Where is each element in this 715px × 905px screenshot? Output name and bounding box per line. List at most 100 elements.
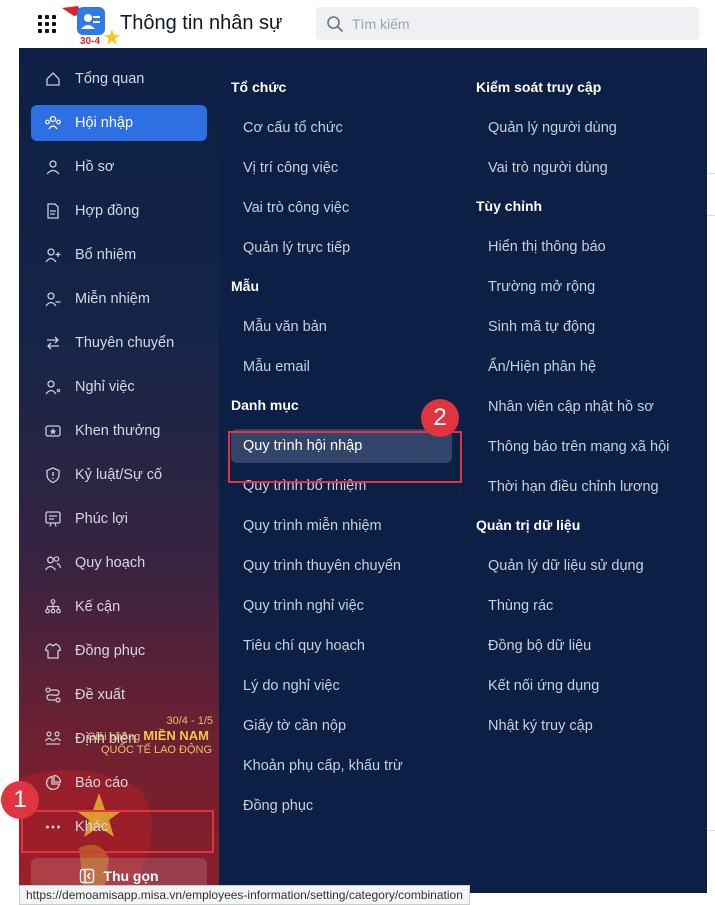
sidebar-item[interactable]: Miễn nhiệm bbox=[31, 281, 207, 317]
menu-section-heading: Tùy chỉnh bbox=[476, 198, 543, 214]
menu-item[interactable]: Đồng phục bbox=[231, 789, 452, 823]
menu-item[interactable]: Quản lý người dùng bbox=[476, 111, 696, 145]
dashboard-icon bbox=[43, 69, 63, 89]
highlight-box-step2 bbox=[228, 431, 462, 483]
menu-item[interactable]: Quy trình nghỉ việc bbox=[231, 589, 452, 623]
menu-item[interactable]: Quy trình miễn nhiệm bbox=[231, 509, 452, 543]
app-grid-icon[interactable] bbox=[38, 15, 56, 33]
menu-item[interactable]: Quy trình thuyên chuyển bbox=[231, 549, 452, 583]
person-leave-icon bbox=[43, 377, 63, 397]
menu-item[interactable]: Thùng rác bbox=[476, 589, 696, 623]
menu-section-heading: Danh mục bbox=[231, 397, 299, 413]
sidebar-item[interactable]: Phúc lợi bbox=[31, 501, 207, 537]
sidebar-item[interactable]: Định biên bbox=[31, 721, 207, 757]
sidebar-item[interactable]: Bổ nhiệm bbox=[31, 237, 207, 273]
shield-warning-icon bbox=[43, 465, 63, 485]
menu-item[interactable]: Tiêu chí quy hoạch bbox=[231, 629, 452, 663]
menu-item[interactable]: Vai trò người dùng bbox=[476, 151, 696, 185]
menu-item[interactable]: Thông báo trên mạng xã hội bbox=[476, 430, 696, 464]
menu-item[interactable]: Quản lý dữ liệu sử dụng bbox=[476, 549, 696, 583]
sidebar-item-label: Báo cáo bbox=[75, 775, 129, 791]
search-icon bbox=[327, 16, 343, 32]
benefit-icon bbox=[43, 509, 63, 529]
sidebar: 30/4 - 1/5 Giải phóng MIỀN NAM QUỐC TẾ L… bbox=[19, 48, 219, 893]
menu-section-heading: Mẫu bbox=[231, 278, 259, 294]
sidebar-item[interactable]: Hội nhập bbox=[31, 105, 207, 141]
divider bbox=[707, 830, 715, 831]
menu-item[interactable]: Trường mở rộng bbox=[476, 270, 696, 304]
menu-item[interactable]: Quản lý trực tiếp bbox=[231, 231, 452, 265]
sidebar-item-label: Kế cận bbox=[75, 599, 121, 615]
step1-badge: 1 bbox=[1, 781, 39, 819]
menu-item[interactable]: Mẫu email bbox=[231, 350, 452, 384]
sidebar-item-label: Nghỉ việc bbox=[75, 379, 135, 395]
menu-section-heading: Tổ chức bbox=[231, 79, 287, 95]
menu-item[interactable]: Lý do nghỉ việc bbox=[231, 669, 452, 703]
menu-item[interactable]: Vị trí công việc bbox=[231, 151, 452, 185]
sidebar-item[interactable]: Hồ sơ bbox=[31, 149, 207, 185]
divider bbox=[707, 173, 715, 174]
menu-item[interactable]: Thời hạn điều chỉnh lương bbox=[476, 470, 696, 504]
sidebar-item[interactable]: Đồng phục bbox=[31, 633, 207, 669]
menu-item[interactable]: Giấy tờ cần nộp bbox=[231, 709, 452, 743]
person-icon bbox=[43, 157, 63, 177]
menu-section-heading: Quản trị dữ liệu bbox=[476, 517, 581, 533]
highlight-box-step1 bbox=[21, 810, 214, 853]
menu-item[interactable]: Vai trò công việc bbox=[231, 191, 452, 225]
sidebar-item-label: Thuyên chuyển bbox=[75, 335, 175, 351]
sidebar-item-label: Phúc lợi bbox=[75, 511, 129, 527]
top-bar: 30-4 Thông tin nhân sự bbox=[0, 0, 715, 48]
menu-item[interactable]: Nhật ký truy cập bbox=[476, 709, 696, 743]
people-onboard-icon bbox=[43, 113, 63, 133]
sidebar-item-label: Hội nhập bbox=[75, 115, 134, 131]
menu-item[interactable]: Đồng bộ dữ liệu bbox=[476, 629, 696, 663]
sidebar-item-label: Bổ nhiệm bbox=[75, 247, 137, 263]
menu-item[interactable]: Mẫu văn bản bbox=[231, 310, 452, 344]
status-url: https://demoamisapp.misa.vn/employees-in… bbox=[19, 885, 470, 905]
sidebar-item-label: Kỷ luật/Sự cố bbox=[75, 467, 163, 483]
sidebar-item[interactable]: Quy hoạch bbox=[31, 545, 207, 581]
divider bbox=[707, 215, 715, 216]
sidebar-item-label: Đề xuất bbox=[75, 687, 125, 703]
menu-item[interactable]: Khoản phụ cấp, khấu trừ bbox=[231, 749, 452, 783]
sidebar-item[interactable]: Kế cận bbox=[31, 589, 207, 625]
menu-item[interactable]: Nhân viên cập nhật hồ sơ bbox=[476, 390, 696, 424]
menu-item[interactable]: Ẩn/Hiện phân hệ bbox=[476, 350, 696, 384]
sidebar-item[interactable]: Khen thưởng bbox=[31, 413, 207, 449]
logo-badge-text: 30-4 bbox=[80, 36, 100, 46]
search-input[interactable] bbox=[352, 7, 682, 40]
proposal-icon bbox=[43, 685, 63, 705]
sidebar-item-label: Khen thưởng bbox=[75, 423, 161, 439]
document-icon bbox=[43, 201, 63, 221]
hierarchy-icon bbox=[43, 597, 63, 617]
sidebar-item[interactable]: Kỷ luật/Sự cố bbox=[31, 457, 207, 493]
sidebar-item[interactable]: Báo cáo bbox=[31, 765, 207, 801]
menu-item[interactable]: Hiển thị thông báo bbox=[476, 230, 696, 264]
shirt-icon bbox=[43, 641, 63, 661]
collapse-label: Thu gọn bbox=[103, 868, 159, 884]
award-icon bbox=[43, 421, 63, 441]
sidebar-item[interactable]: Đề xuất bbox=[31, 677, 207, 713]
sidebar-item[interactable]: Nghỉ việc bbox=[31, 369, 207, 405]
person-add-icon bbox=[43, 245, 63, 265]
sidebar-item-label: Đồng phục bbox=[75, 643, 146, 659]
sidebar-item-label: Định biên bbox=[75, 731, 137, 747]
people-plan-icon bbox=[43, 553, 63, 573]
sidebar-item-label: Miễn nhiệm bbox=[75, 291, 150, 307]
sidebar-item-label: Hợp đồng bbox=[75, 203, 140, 219]
app-title: Thông tin nhân sự bbox=[120, 12, 283, 34]
menu-item[interactable]: Kết nối ứng dụng bbox=[476, 669, 696, 703]
menu-section-heading: Kiểm soát truy cập bbox=[476, 79, 602, 95]
sidebar-item[interactable]: Hợp đồng bbox=[31, 193, 207, 229]
menu-item[interactable]: Cơ cấu tổ chức bbox=[231, 111, 452, 145]
app-logo[interactable]: 30-4 bbox=[60, 4, 122, 46]
underlying-page-strip bbox=[707, 48, 715, 893]
sidebar-item-label: Hồ sơ bbox=[75, 159, 115, 175]
sidebar-item-label: Tổng quan bbox=[75, 71, 145, 87]
sidebar-item[interactable]: Thuyên chuyển bbox=[31, 325, 207, 361]
search-box[interactable] bbox=[316, 7, 699, 40]
menu-item[interactable]: Sinh mã tự động bbox=[476, 310, 696, 344]
headcount-icon bbox=[43, 729, 63, 749]
collapse-icon bbox=[80, 868, 95, 884]
sidebar-item[interactable]: Tổng quan bbox=[31, 61, 207, 97]
